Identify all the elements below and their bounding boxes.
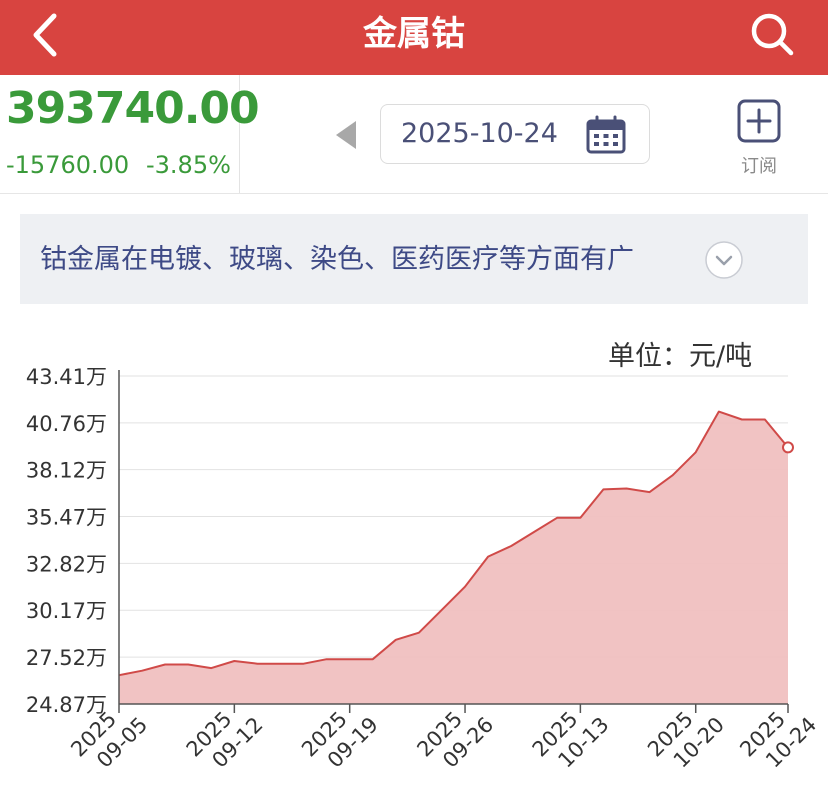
app-header: 金属钴 xyxy=(0,0,828,75)
subscribe-plus-icon[interactable] xyxy=(736,98,782,144)
current-price: 393740.00 xyxy=(6,83,260,134)
x-tick-label-group: 202510-13 xyxy=(528,707,614,773)
price-chart: 43.41万 40.76万 38.12万 35.47万 32.82万 30.17万 27.5… xyxy=(26,365,821,773)
description-banner[interactable]: 钴金属在电镀、玻璃、染色、医药医疗等方面有广 xyxy=(20,214,808,304)
price-area-fill xyxy=(119,411,788,704)
y-tick-label: 38.12万 xyxy=(26,459,107,483)
subscribe-label[interactable]: 订阅 xyxy=(730,152,788,178)
last-price-point xyxy=(782,441,794,454)
chevron-down-icon[interactable] xyxy=(704,240,744,280)
selected-date: 2025-10-24 xyxy=(401,118,558,149)
y-tick-label: 30.17万 xyxy=(26,599,107,623)
calendar-icon xyxy=(586,115,626,154)
price-panel: 393740.00 -15760.00 -3.85% xyxy=(0,75,260,193)
x-tick-label-group: 202509-26 xyxy=(412,707,498,773)
price-change-percent: -3.85% xyxy=(146,151,231,179)
x-tick-label-group: 202510-20 xyxy=(643,707,729,773)
price-change: -15760.00 xyxy=(6,151,130,179)
x-axis-ticks: 202509-05 202509-12 202509-19 202509-26 2025… xyxy=(66,707,821,773)
page-title: 金属钴 xyxy=(363,14,465,54)
y-tick-label: 43.41万 xyxy=(26,365,107,389)
x-tick-label-group: 202509-12 xyxy=(182,707,268,773)
description-text: 钴金属在电镀、玻璃、染色、医药医疗等方面有广 xyxy=(40,244,634,275)
x-tick-label-group: 202510-24 xyxy=(735,707,821,773)
chart-area xyxy=(118,410,794,704)
divider xyxy=(0,193,828,194)
previous-date-arrow-icon[interactable] xyxy=(332,118,360,152)
y-axis-ticks: 43.41万 40.76万 38.12万 35.47万 32.82万 30.17万 27.5… xyxy=(26,365,107,717)
y-tick-label: 35.47万 xyxy=(26,505,107,529)
x-tick-label-group: 202509-19 xyxy=(297,707,383,773)
search-icon[interactable] xyxy=(746,8,798,60)
y-tick-label: 32.82万 xyxy=(26,552,107,576)
date-picker[interactable]: 2025-10-24 xyxy=(380,104,650,164)
y-tick-label: 24.87万 xyxy=(26,693,107,717)
y-tick-label: 40.76万 xyxy=(26,412,107,436)
y-tick-label: 27.52万 xyxy=(26,646,107,670)
